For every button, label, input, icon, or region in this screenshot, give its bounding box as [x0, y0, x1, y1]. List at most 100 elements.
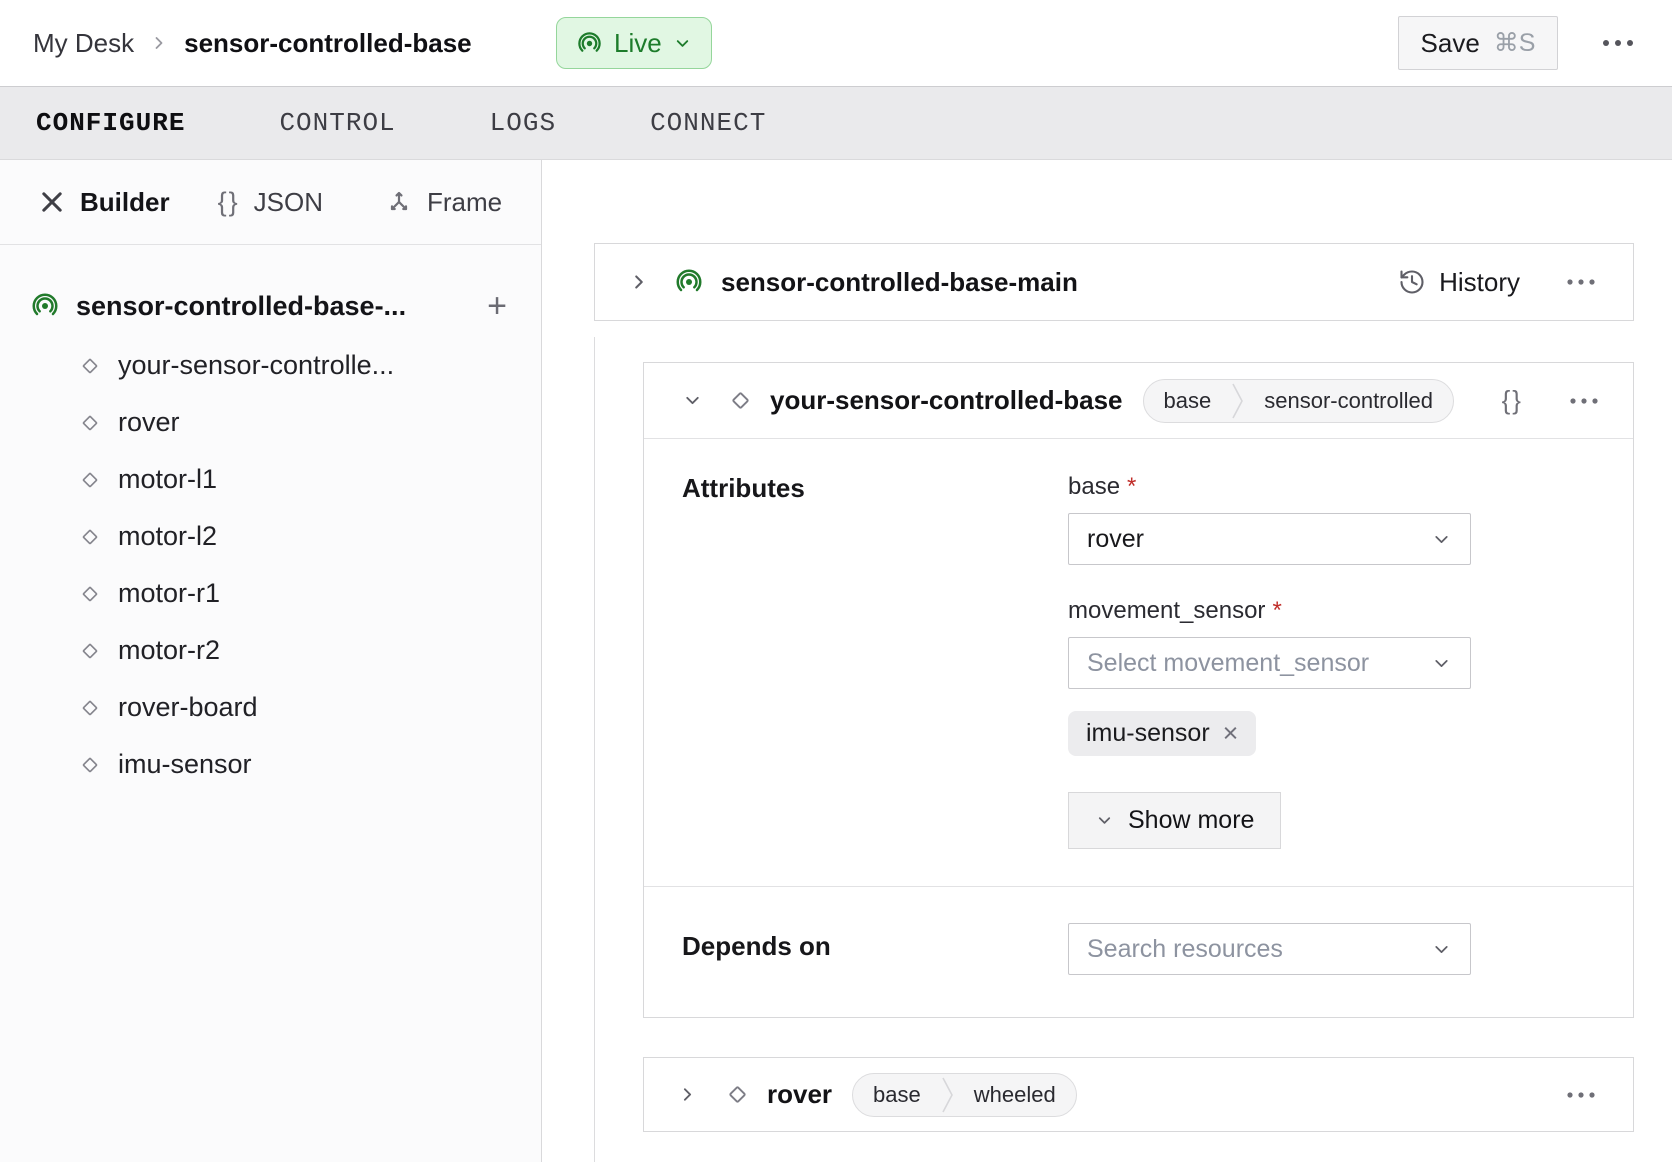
mode-json-label: JSON [254, 187, 323, 218]
show-more-button[interactable]: Show more [1068, 792, 1281, 849]
movement-sensor-placeholder: Select movement_sensor [1087, 649, 1369, 678]
save-button-label: Save [1421, 28, 1480, 59]
show-more-label: Show more [1128, 806, 1254, 835]
tree-item-motor-l2[interactable]: motor-l2 [30, 508, 511, 565]
badge-type: base [1144, 388, 1232, 414]
field-movement-sensor: movement_sensor* Select movement_sensor [1068, 597, 1471, 689]
tree-item-rover[interactable]: rover [30, 394, 511, 451]
tab-configure[interactable]: CONFIGURE [36, 108, 185, 138]
chevron-down-icon [1431, 653, 1452, 674]
tree-item-label: your-sensor-controlle... [118, 350, 394, 381]
tree-item-label: motor-l2 [118, 521, 217, 552]
base-select-value: rover [1087, 525, 1144, 554]
mode-json[interactable]: {} JSON [218, 187, 323, 218]
main-nav-tabs: CONFIGURE CONTROL LOGS CONNECT [0, 86, 1672, 160]
component-diamond-icon [724, 1081, 751, 1108]
component-diamond-icon [78, 582, 102, 606]
history-clock-icon [1398, 268, 1426, 296]
required-asterisk: * [1272, 597, 1281, 624]
live-status-button[interactable]: Live [556, 17, 712, 69]
app-header: My Desk sensor-controlled-base Live Save… [0, 0, 1672, 86]
ellipsis-icon [1566, 1091, 1596, 1099]
required-asterisk: * [1127, 473, 1136, 500]
component-type-badge: base sensor-controlled [1143, 379, 1454, 423]
breadcrumb: My Desk sensor-controlled-base [33, 0, 472, 86]
chip-label: imu-sensor [1086, 719, 1210, 748]
badge-model: sensor-controlled [1244, 388, 1453, 414]
component-card-rover: rover base wheeled [643, 1057, 1634, 1132]
save-button[interactable]: Save ⌘S [1398, 16, 1558, 70]
edit-json-button[interactable]: {} [1502, 385, 1523, 416]
chevron-down-icon [1431, 529, 1452, 550]
ellipsis-icon [1601, 38, 1635, 48]
machine-broadcast-icon [674, 267, 704, 297]
badge-model: wheeled [954, 1082, 1076, 1108]
machine-name-title: sensor-controlled-base [184, 28, 472, 59]
tree-item-your-sensor-controlled-base[interactable]: your-sensor-controlle... [30, 337, 511, 394]
field-base-label: base* [1068, 473, 1471, 501]
depends-on-placeholder: Search resources [1087, 935, 1283, 964]
component-diamond-icon [78, 354, 102, 378]
tree-indent-guide [594, 337, 595, 1162]
tree-item-imu-sensor[interactable]: imu-sensor [30, 736, 511, 793]
add-resource-button[interactable]: + [483, 289, 511, 323]
tree-item-label: motor-l1 [118, 464, 217, 495]
collapse-chevron-down-icon[interactable] [682, 390, 703, 411]
chip-remove-button[interactable]: × [1223, 720, 1239, 747]
depends-on-select[interactable]: Search resources [1068, 923, 1471, 975]
selected-sensor-chip: imu-sensor × [1068, 711, 1256, 756]
badge-divider-chevron-icon [1231, 379, 1244, 423]
badge-type: base [853, 1082, 941, 1108]
movement-sensor-select[interactable]: Select movement_sensor [1068, 637, 1471, 689]
rover-card-title: rover [767, 1079, 832, 1110]
tab-control[interactable]: CONTROL [279, 108, 395, 138]
tree-root-machine[interactable]: sensor-controlled-base-... + [30, 283, 511, 329]
broadcast-live-icon [576, 30, 603, 57]
expand-chevron-right-icon[interactable] [677, 1084, 698, 1105]
tree-item-motor-r1[interactable]: motor-r1 [30, 565, 511, 622]
breadcrumb-parent-link[interactable]: My Desk [33, 28, 134, 59]
chevron-down-icon [1095, 811, 1114, 830]
save-shortcut-hint: ⌘S [1494, 28, 1536, 58]
attributes-section: Attributes base* rover movement_sensor* … [644, 439, 1633, 886]
component-diamond-icon [78, 411, 102, 435]
machine-part-title: sensor-controlled-base-main [721, 267, 1078, 298]
history-button[interactable]: History [1398, 267, 1520, 298]
header-more-menu-button[interactable] [1596, 31, 1640, 55]
base-select[interactable]: rover [1068, 513, 1471, 565]
tab-connect[interactable]: CONNECT [650, 108, 766, 138]
component-diamond-icon [727, 387, 754, 414]
depends-on-heading: Depends on [682, 931, 1068, 962]
braces-icon: {} [218, 187, 240, 218]
machine-part-menu-button[interactable] [1562, 274, 1600, 290]
chevron-right-icon [149, 33, 169, 53]
ellipsis-icon [1569, 397, 1599, 405]
depends-on-section: Depends on Search resources [644, 886, 1633, 1017]
tab-logs[interactable]: LOGS [490, 108, 556, 138]
mode-builder[interactable]: Builder [38, 187, 170, 218]
mode-frame[interactable]: Frame [385, 187, 502, 218]
component-diamond-icon [78, 753, 102, 777]
tree-item-motor-l1[interactable]: motor-l1 [30, 451, 511, 508]
config-sidebar: Builder {} JSON Frame [0, 160, 542, 1162]
viam-machine-page: My Desk sensor-controlled-base Live Save… [0, 0, 1672, 1162]
mode-frame-label: Frame [427, 187, 502, 218]
component-menu-button[interactable] [1565, 393, 1603, 409]
component-card-header: your-sensor-controlled-base base sensor-… [644, 363, 1633, 439]
tree-root-label: sensor-controlled-base-... [76, 291, 467, 322]
tree-item-label: motor-r2 [118, 635, 220, 666]
field-movement-sensor-label: movement_sensor* [1068, 597, 1471, 625]
tools-icon [38, 188, 66, 216]
frame-axes-icon [385, 188, 413, 216]
tree-item-rover-board[interactable]: rover-board [30, 679, 511, 736]
machine-part-card: sensor-controlled-base-main History [594, 243, 1634, 321]
component-card-your-sensor-controlled-base: your-sensor-controlled-base base sensor-… [643, 362, 1634, 1018]
braces-icon: {} [1502, 385, 1523, 415]
expand-chevron-right-icon[interactable] [628, 271, 650, 293]
rover-card-menu-button[interactable] [1562, 1087, 1600, 1103]
field-base: base* rover [1068, 473, 1471, 565]
component-title: your-sensor-controlled-base [770, 385, 1123, 416]
live-status-label: Live [614, 28, 662, 59]
config-canvas: sensor-controlled-base-main History [543, 160, 1672, 1162]
tree-item-motor-r2[interactable]: motor-r2 [30, 622, 511, 679]
